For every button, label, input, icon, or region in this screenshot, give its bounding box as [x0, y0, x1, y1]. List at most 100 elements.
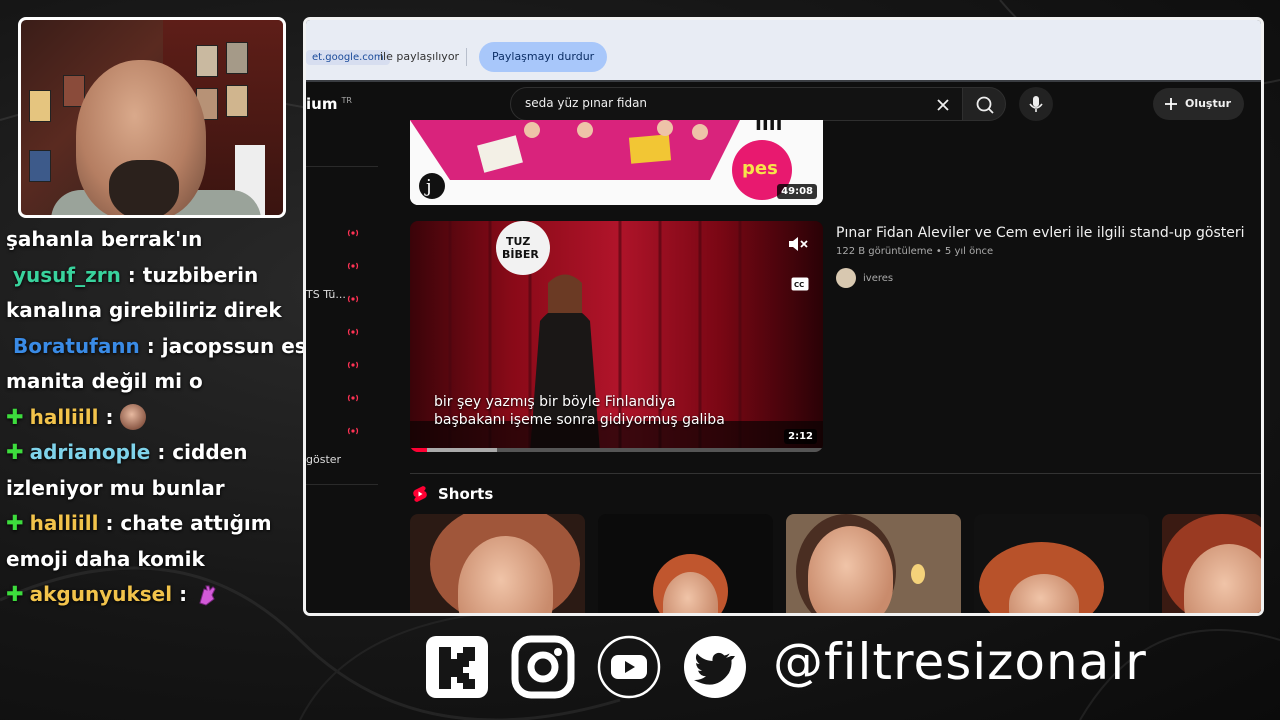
video-metadata: 122 B görüntüleme • 5 yıl önce: [836, 246, 994, 257]
thumbnail-artwork: pes j ıııı: [410, 120, 823, 205]
chat-line: manita değil mi o: [6, 364, 306, 400]
video-duration: 49:08: [777, 184, 817, 199]
create-button[interactable]: Oluştur: [1152, 88, 1244, 120]
instagram-icon[interactable]: [511, 635, 575, 699]
video-thumbnail[interactable]: pes j ıııı 49:08: [410, 120, 823, 205]
chat-separator: :: [150, 440, 173, 464]
youtube-sidebar: TS Tü... göster: [306, 126, 381, 606]
poster: [29, 90, 51, 122]
live-icon[interactable]: [346, 426, 360, 436]
sidebar-divider: [306, 166, 378, 167]
subscriber-badge-icon: ✚: [6, 582, 24, 606]
chat-line: ✚ halliill : chate attığım: [6, 506, 306, 542]
short-thumbnail[interactable]: [786, 514, 961, 613]
video-title[interactable]: Pınar Fidan Aleviler ve Cem evleri ile i…: [836, 225, 1245, 241]
chat-separator: :: [139, 333, 162, 358]
live-icon[interactable]: [346, 393, 360, 403]
poster: [29, 150, 51, 182]
subtitle-line: başbakanı işeme sonra gidiyormuş galiba: [434, 412, 725, 428]
search-input[interactable]: [525, 96, 915, 110]
shorts-section-header: Shorts: [412, 485, 493, 503]
upload-age: 5 yıl önce: [944, 246, 994, 257]
shorts-icon: [413, 486, 427, 502]
chat-line: yusuf_zrn : tuzbiberin: [6, 258, 306, 294]
svg-text:TUZ: TUZ: [506, 235, 530, 248]
chat-line: ✚ akgunyuksel :: [6, 577, 306, 613]
chat-line: emoji daha komik: [6, 542, 306, 578]
chat-separator: :: [172, 582, 195, 606]
chat-line: şahanla berrak'ın: [6, 222, 306, 258]
screen-share-window: et.google.com ile paylaşılıyor Paylaşmay…: [303, 17, 1264, 616]
view-count: 122 B görüntüleme: [836, 246, 933, 257]
youtube-icon[interactable]: [597, 635, 661, 699]
channel-avatar[interactable]: [836, 268, 856, 288]
video-progress-bar[interactable]: [410, 448, 823, 452]
short-thumbnail[interactable]: [410, 514, 585, 613]
search-box: [510, 87, 965, 121]
svg-text:j: j: [424, 176, 432, 197]
chat-line: ✚ adrianople : cidden: [6, 435, 306, 471]
chat-line: Boratufann : jacopssun eski: [6, 329, 327, 365]
chat-message: chate attığım: [120, 511, 272, 535]
sidebar-item-label[interactable]: göster: [306, 453, 341, 466]
subscriber-badge-icon: ✚: [6, 404, 24, 429]
chat-message: izleniyor mu bunlar: [6, 475, 225, 500]
video-preview-player[interactable]: TUZ BİBER CC bir şey yazmış bir böyle Fi…: [410, 221, 823, 452]
section-divider: [410, 473, 1261, 474]
live-icon[interactable]: [346, 327, 360, 337]
youtube-logo[interactable]: ium TR: [306, 95, 352, 113]
sidebar-item-label[interactable]: TS Tü...: [306, 288, 346, 301]
chat-overlay: şahanla berrak'ın yusuf_zrn : tuzbiberin…: [6, 222, 327, 613]
svg-text:ıııı: ıııı: [755, 120, 782, 135]
webcam-feed: [18, 17, 286, 218]
chat-username: halliill: [29, 404, 99, 429]
share-bar-divider: [466, 48, 467, 66]
hand-emote-icon: [199, 585, 216, 606]
screen-share-bar: et.google.com ile paylaşılıyor Paylaşmay…: [306, 20, 1261, 80]
youtube-page: iumTR Oluştur TS Tü...: [306, 80, 1261, 613]
live-icon[interactable]: [346, 294, 360, 304]
chat-line: ✚ halliill :: [6, 400, 306, 436]
search-button[interactable]: [962, 87, 1006, 121]
subscriber-badge-icon: ✚: [6, 440, 24, 464]
face-emote-icon: [120, 403, 147, 430]
stop-sharing-button[interactable]: Paylaşmayı durdur: [479, 42, 608, 72]
live-icon[interactable]: [346, 360, 360, 370]
search-icon: [976, 96, 994, 114]
live-icon[interactable]: [346, 261, 360, 271]
mute-icon[interactable]: [787, 235, 809, 253]
chat-separator: :: [120, 262, 143, 287]
svg-text:BİBER: BİBER: [502, 247, 539, 261]
short-thumbnail[interactable]: [598, 514, 773, 613]
chat-separator: :: [98, 404, 121, 429]
svg-text:CC: CC: [794, 281, 804, 289]
chat-message: manita değil mi o: [6, 369, 203, 393]
chat-message: şahanla berrak'ın: [6, 227, 203, 251]
kick-icon[interactable]: [425, 635, 489, 699]
clear-search-icon[interactable]: [932, 94, 954, 116]
social-handle: @filtresizonair: [773, 633, 1147, 691]
live-icon[interactable]: [346, 228, 360, 238]
streamer-beard: [109, 160, 179, 215]
chat-message: cidden: [172, 440, 248, 464]
shared-host-chip: et.google.com: [306, 50, 390, 65]
chat-username: akgunyuksel: [29, 582, 173, 606]
channel-row[interactable]: iveres: [836, 268, 893, 288]
poster: [196, 45, 218, 77]
chat-separator: :: [98, 511, 121, 535]
create-label: Oluştur: [1184, 97, 1231, 110]
svg-text:pes: pes: [742, 158, 778, 179]
video-subtitles: bir şey yazmış bir böyle Finlandiya başb…: [434, 393, 725, 429]
closed-captions-icon[interactable]: CC: [791, 277, 809, 291]
channel-name[interactable]: iveres: [863, 273, 893, 284]
chat-username: Boratufann: [12, 333, 140, 358]
short-thumbnail[interactable]: [974, 514, 1149, 613]
chat-message: tuzbiberin: [142, 262, 259, 287]
chat-line: izleniyor mu bunlar: [6, 471, 306, 507]
sidebar-divider: [306, 484, 378, 485]
progress-played: [410, 448, 427, 452]
short-thumbnail[interactable]: [1162, 514, 1261, 613]
chat-username: halliill: [29, 511, 99, 535]
twitter-icon[interactable]: [683, 635, 747, 699]
voice-search-button[interactable]: [1019, 87, 1053, 121]
